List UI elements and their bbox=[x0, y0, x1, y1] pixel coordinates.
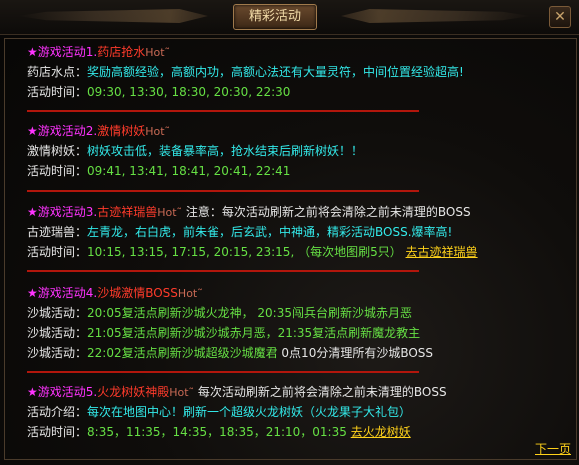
event-5: ★游戏活动5.火龙树妖神殿Hot˜ 每次活动刷新之前将会清除之前未清理的BOSS… bbox=[27, 382, 573, 442]
row-label: 药店水点： bbox=[27, 65, 88, 79]
row-text: 每次在地图中心！刷新一个超级火龙树妖（火龙果子大礼包） bbox=[87, 405, 412, 419]
row-text: 树妖攻击低，装备暴率高，抢水结束后刷新树妖！！ bbox=[87, 144, 364, 158]
row-text: 10:15, 13:15, 17:15, 20:15, 23:15, （每次地图… bbox=[87, 245, 402, 259]
title-ornament-left bbox=[18, 9, 208, 23]
row-label: 古迹瑞兽： bbox=[27, 225, 88, 239]
event-title-name: 激情树妖 bbox=[97, 124, 146, 138]
divider bbox=[27, 190, 419, 192]
next-page-button[interactable]: 下一页 bbox=[535, 440, 571, 457]
row-text: 20:05复活点刷新沙城火龙神， 20:35闯兵台刷新沙城赤月恶 bbox=[87, 306, 412, 320]
event-note: 每次活动刷新之前将会清除之前未清理的BOSS bbox=[197, 385, 447, 399]
title-ornament-right bbox=[341, 9, 531, 23]
hot-badge: Hot˜ bbox=[169, 386, 195, 399]
event-title-name: 药店抢水 bbox=[97, 45, 146, 59]
activity-panel: 精彩活动 ✕ ★游戏活动1.药店抢水Hot˜ 药店水点：奖励高额经验，高额内功，… bbox=[0, 0, 579, 465]
divider bbox=[27, 270, 419, 272]
hot-badge: Hot˜ bbox=[145, 125, 171, 138]
goto-fire-dragon-link[interactable]: 去火龙树妖 bbox=[351, 425, 411, 439]
row-text: 8:35，11:35，14:35，18:35，21:10，01:35 bbox=[87, 425, 347, 439]
event-title-prefix: ★游戏活动4. bbox=[27, 286, 98, 300]
hot-badge: Hot˜ bbox=[145, 46, 171, 59]
row-label: 活动时间： bbox=[27, 425, 88, 439]
event-title-name: 沙城激情BOSS bbox=[97, 286, 178, 300]
row-text: 09:41, 13:41, 18:41, 20:41, 22:41 bbox=[87, 164, 291, 178]
row-label: 沙城活动： bbox=[27, 306, 88, 320]
row-text: 奖励高额经验，高额内功，高额心法还有大量灵符，中间位置经验超高! bbox=[87, 65, 464, 79]
event-1: ★游戏活动1.药店抢水Hot˜ 药店水点：奖励高额经验，高额内功，高额心法还有大… bbox=[27, 42, 573, 102]
event-4: ★游戏活动4.沙城激情BOSSHot˜ 沙城活动：20:05复活点刷新沙城火龙神… bbox=[27, 283, 573, 363]
row-text: 22:02复活点刷新沙城超级沙城魔君 bbox=[87, 346, 278, 360]
event-title-name: 古迹祥瑞兽 bbox=[97, 205, 158, 219]
hot-badge: Hot˜ bbox=[177, 287, 203, 300]
event-2: ★游戏活动2.激情树妖Hot˜ 激情树妖：树妖攻击低，装备暴率高，抢水结束后刷新… bbox=[27, 121, 573, 181]
divider bbox=[27, 371, 419, 373]
goto-ancient-beast-link[interactable]: 去古迹祥瑞兽 bbox=[406, 245, 478, 259]
event-title-prefix: ★游戏活动2. bbox=[27, 124, 98, 138]
row-label: 活动时间： bbox=[27, 85, 88, 99]
row-label: 活动时间： bbox=[27, 164, 88, 178]
title-bar: 精彩活动 ✕ bbox=[0, 0, 579, 35]
divider bbox=[27, 110, 419, 112]
row-label: 沙城活动： bbox=[27, 346, 88, 360]
row-label: 激情树妖： bbox=[27, 144, 88, 158]
row-label: 活动介绍： bbox=[27, 405, 88, 419]
event-3: ★游戏活动3.古迹祥瑞兽Hot˜ 注意：每次活动刷新之前将会清除之前未清理的BO… bbox=[27, 202, 573, 262]
event-title-prefix: ★游戏活动1. bbox=[27, 45, 98, 59]
row-text: 09:30, 13:30, 18:30, 20:30, 22:30 bbox=[87, 85, 291, 99]
event-title-prefix: ★游戏活动5. bbox=[27, 385, 98, 399]
row-label: 沙城活动： bbox=[27, 326, 88, 340]
close-icon[interactable]: ✕ bbox=[549, 6, 571, 28]
row-tail: 0点10分清理所有沙城BOSS bbox=[277, 346, 434, 360]
event-title-name: 火龙树妖神殿 bbox=[97, 385, 170, 399]
row-label: 活动时间： bbox=[27, 245, 88, 259]
row-text: 21:05复活点刷新沙城沙城赤月恶，21:35复活点刷新魔龙教主 bbox=[87, 326, 421, 340]
hot-badge: Hot˜ bbox=[157, 206, 183, 219]
row-text: 左青龙，右白虎，前朱雀，后玄武，中神通，精彩活动BOSS.爆率高! bbox=[87, 225, 453, 239]
event-note: 注意：每次活动刷新之前将会清除之前未清理的BOSS bbox=[185, 205, 471, 219]
window-title: 精彩活动 bbox=[233, 4, 317, 30]
event-title-prefix: ★游戏活动3. bbox=[27, 205, 98, 219]
